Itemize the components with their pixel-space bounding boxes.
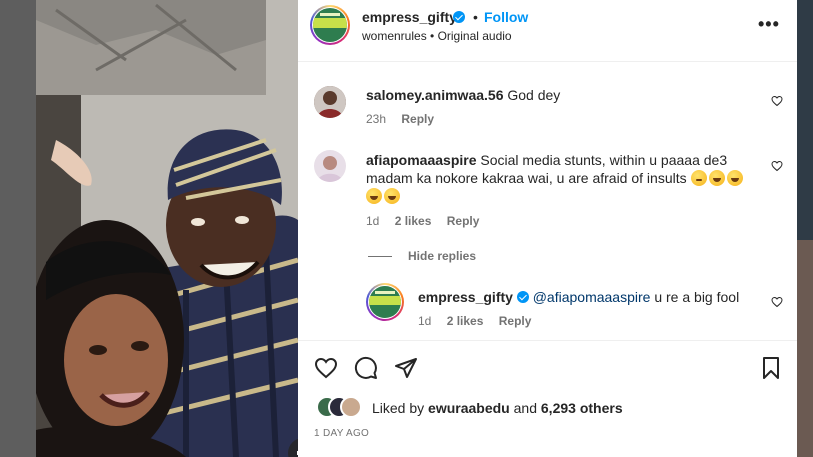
reply-button[interactable]: Reply (401, 112, 434, 126)
header-separator: • (473, 9, 478, 25)
bookmark-icon[interactable] (759, 356, 783, 380)
comment-username[interactable]: salomey.animwaa.56 (366, 87, 503, 103)
hide-replies-line (368, 256, 392, 257)
follow-button[interactable]: Follow (484, 9, 528, 25)
reply-time[interactable]: 1d (418, 314, 431, 328)
like-heart-icon[interactable] (314, 356, 338, 380)
reply-username[interactable]: empress_gifty (418, 289, 513, 305)
comment-username[interactable]: afiapomaaaspire (366, 152, 477, 168)
share-icon[interactable] (394, 356, 418, 380)
eye-roll-emoji-icon (690, 170, 707, 186)
heart-icon[interactable] (771, 296, 783, 308)
more-options-icon[interactable]: ••• (758, 14, 780, 35)
post-panel: empress_gifty • Follow womenrules • Orig… (298, 0, 797, 457)
comment-time[interactable]: 1d (366, 214, 379, 228)
comment-avatar[interactable] (314, 150, 346, 182)
comment-text: salomey.animwaa.56 God dey (366, 87, 561, 103)
author-avatar[interactable] (310, 5, 350, 45)
background-left (0, 0, 36, 457)
comment-text: afiapomaaaspire Social media stunts, wit… (366, 151, 766, 205)
audio-subtitle[interactable]: womenrules • Original audio (362, 29, 512, 43)
post-date[interactable]: 1 DAY AGO (314, 428, 369, 439)
video-frame (36, 0, 298, 457)
reply-text: empress_gifty @afiapomaaaspire u re a bi… (418, 289, 740, 305)
verified-badge-icon (453, 11, 465, 23)
comment-meta: 1d 2 likes Reply (366, 214, 491, 228)
laughing-emoji-icon (366, 188, 382, 204)
reply-avatar[interactable] (366, 283, 404, 321)
likes-count[interactable]: 6,293 others (541, 400, 623, 416)
reply-likes[interactable]: 2 likes (447, 314, 484, 328)
hide-replies-button[interactable]: Hide replies (408, 249, 476, 263)
laughing-emoji-icon (708, 170, 725, 186)
comment-icon[interactable] (354, 356, 378, 380)
author-username[interactable]: empress_gifty (362, 9, 457, 25)
liked-by-text: Liked by ewuraabedu and 6,293 others (372, 400, 623, 416)
background-right (797, 0, 813, 457)
heart-icon[interactable] (771, 95, 783, 107)
post-actions (298, 340, 797, 457)
comment-avatar[interactable] (314, 86, 346, 118)
post-header: empress_gifty • Follow womenrules • Orig… (298, 0, 797, 62)
comment-time[interactable]: 23h (366, 112, 386, 126)
laughing-emoji-icon (726, 170, 743, 186)
mention-link[interactable]: @afiapomaaaspire (533, 289, 651, 305)
liked-by-user[interactable]: ewuraabedu (428, 400, 510, 416)
comment-likes[interactable]: 2 likes (395, 214, 432, 228)
reply-button[interactable]: Reply (499, 314, 532, 328)
liked-by-avatars[interactable] (316, 396, 366, 418)
laughing-emoji-icon (384, 188, 400, 204)
comment-meta: 23h Reply (366, 112, 446, 126)
heart-icon[interactable] (771, 160, 783, 172)
verified-badge-icon (516, 291, 529, 303)
reply-meta: 1d 2 likes Reply (418, 314, 543, 328)
reply-button[interactable]: Reply (447, 214, 480, 228)
video-player[interactable] (36, 0, 298, 457)
